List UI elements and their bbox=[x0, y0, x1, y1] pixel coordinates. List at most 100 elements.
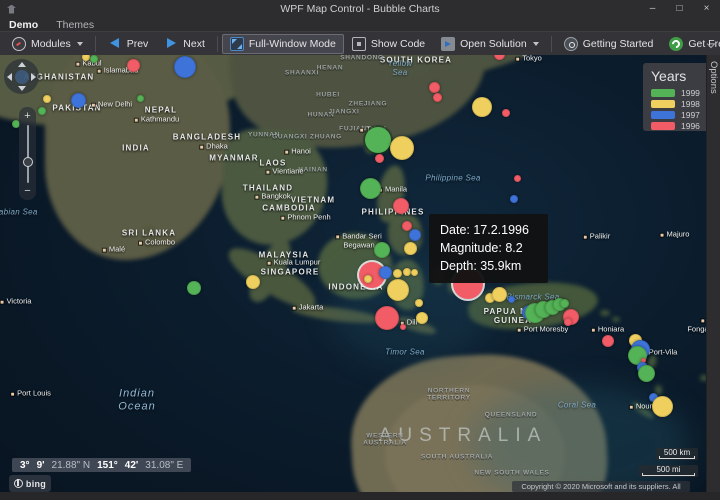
menu-item-demo[interactable]: Demo bbox=[7, 19, 40, 31]
legend-year-label: 1997 bbox=[681, 110, 700, 120]
earthquake-bubble-1996[interactable] bbox=[564, 318, 572, 326]
menu-bar: Demo Themes bbox=[0, 18, 720, 31]
modules-button[interactable]: Modules bbox=[4, 34, 91, 54]
earthquake-bubble-1998[interactable] bbox=[472, 97, 492, 117]
earthquake-bubble-1999[interactable] bbox=[365, 127, 391, 153]
map-copyright: Copyright © 2020 Microsoft and its suppl… bbox=[512, 481, 690, 492]
next-button[interactable]: Next bbox=[156, 34, 213, 54]
legend-item: 1997 bbox=[651, 109, 706, 120]
legend-swatch bbox=[651, 89, 675, 97]
earthquake-bubble-1996[interactable] bbox=[375, 154, 384, 163]
earthquake-bubble-1996[interactable] bbox=[433, 93, 442, 102]
open-solution-button[interactable]: Open Solution bbox=[433, 34, 547, 54]
earthquake-bubble-1998[interactable] bbox=[492, 287, 507, 302]
earthquake-bubble-1998[interactable] bbox=[390, 136, 414, 160]
close-button[interactable]: × bbox=[693, 0, 720, 18]
legend-item: 1998 bbox=[651, 98, 706, 109]
earthquake-bubble-1996[interactable] bbox=[502, 109, 510, 117]
compass-center-icon[interactable] bbox=[15, 70, 29, 84]
earthquake-bubble-1998[interactable] bbox=[393, 269, 402, 278]
earthquake-bubble-1999[interactable] bbox=[187, 281, 201, 295]
earthquake-bubble-1998[interactable] bbox=[246, 275, 260, 289]
toolbar: Modules Prev Next Full-Window Mode Show Code… bbox=[0, 31, 720, 55]
earthquake-bubble-1997[interactable] bbox=[508, 296, 515, 303]
legend-year-label: 1996 bbox=[681, 121, 700, 131]
earthquake-bubble-1997[interactable] bbox=[510, 195, 518, 203]
earthquake-bubble-1996[interactable] bbox=[393, 198, 409, 214]
pan-left-icon[interactable] bbox=[7, 73, 12, 81]
toolbar-separator bbox=[95, 36, 96, 52]
earthquake-bubble-1999[interactable] bbox=[638, 365, 655, 382]
toolbar-separator bbox=[551, 36, 552, 52]
legend-swatch bbox=[651, 122, 675, 130]
legend-swatch bbox=[651, 111, 675, 119]
earthquake-bubble-1996[interactable] bbox=[375, 306, 399, 330]
earthquake-bubble-1999[interactable] bbox=[560, 299, 569, 308]
window-bottom-edge bbox=[0, 492, 720, 500]
earthquake-bubble-1998[interactable] bbox=[364, 275, 372, 283]
toolbar-overflow-chevron-icon[interactable] bbox=[707, 40, 715, 48]
zoom-out-button[interactable]: − bbox=[19, 186, 36, 197]
bubble-tooltip: Date: 17.2.1996Magnitude: 8.2Depth: 35.9… bbox=[429, 214, 548, 283]
zoom-slider-track[interactable] bbox=[27, 125, 29, 183]
map-pan-compass[interactable] bbox=[4, 59, 39, 94]
scale-mi-bracket bbox=[642, 473, 695, 476]
full-window-mode-label: Full-Window Mode bbox=[249, 38, 336, 50]
earthquake-bubble-1997[interactable] bbox=[379, 266, 392, 279]
options-tab[interactable]: Options bbox=[708, 61, 719, 94]
earthquake-bubble-1997[interactable] bbox=[174, 56, 196, 78]
zoom-slider-thumb[interactable] bbox=[23, 157, 33, 167]
earthquake-bubble-1997[interactable] bbox=[409, 229, 421, 241]
legend-item: 1999 bbox=[651, 87, 706, 98]
pan-down-icon[interactable] bbox=[18, 86, 26, 91]
earthquake-bubble-1998[interactable] bbox=[411, 269, 418, 276]
zoom-in-button[interactable]: + bbox=[19, 111, 36, 122]
full-window-mode-button[interactable]: Full-Window Mode bbox=[222, 34, 344, 54]
earthquake-bubble-1999[interactable] bbox=[90, 55, 98, 63]
coordinate-segment: 31.08" E bbox=[145, 460, 183, 471]
earthquake-bubble-1997[interactable] bbox=[71, 93, 86, 108]
map-canvas[interactable]: AFGHANISTANPAKISTANINDIANEPALBANGLADESHM… bbox=[0, 55, 706, 492]
coordinate-segment: 3° bbox=[20, 460, 30, 471]
earthquake-bubble-1999[interactable] bbox=[374, 242, 390, 258]
earthquake-bubble-1998[interactable] bbox=[387, 279, 409, 301]
earthquake-bubble-1999[interactable] bbox=[38, 107, 46, 115]
years-legend: Years 1999199819971996 bbox=[643, 63, 706, 131]
getting-started-button[interactable]: Getting Started bbox=[556, 34, 662, 54]
earthquake-bubble-1998[interactable] bbox=[403, 268, 411, 276]
legend-year-label: 1999 bbox=[681, 88, 700, 98]
menu-item-themes[interactable]: Themes bbox=[54, 19, 96, 31]
legend-year-label: 1998 bbox=[681, 99, 700, 109]
earthquake-bubble-1998[interactable] bbox=[43, 95, 51, 103]
earthquake-bubble-1999[interactable] bbox=[360, 178, 381, 199]
earthquake-bubble-1996[interactable] bbox=[494, 55, 505, 60]
earthquake-bubble-1998[interactable] bbox=[416, 312, 428, 324]
earthquake-bubble-1996[interactable] bbox=[429, 82, 440, 93]
earthquake-bubble-1999[interactable] bbox=[137, 95, 144, 102]
land-shape bbox=[141, 225, 158, 249]
land-shape bbox=[45, 55, 230, 260]
legend-swatch bbox=[651, 100, 675, 108]
earthquake-bubble-1998[interactable] bbox=[652, 396, 673, 417]
legend-item: 1996 bbox=[651, 120, 706, 131]
show-code-button[interactable]: Show Code bbox=[344, 34, 433, 54]
next-icon bbox=[164, 37, 178, 51]
earthquake-bubble-1996[interactable] bbox=[127, 59, 140, 72]
prev-button[interactable]: Prev bbox=[100, 34, 157, 54]
bing-logo[interactable]: bing bbox=[9, 475, 51, 492]
coordinate-segment: 42' bbox=[125, 460, 139, 471]
earthquake-bubble-1996[interactable] bbox=[602, 335, 614, 347]
coordinate-segment: 9' bbox=[37, 460, 45, 471]
maximize-button[interactable]: □ bbox=[666, 0, 693, 18]
earthquake-bubble-1996[interactable] bbox=[400, 324, 406, 330]
pan-up-icon[interactable] bbox=[18, 62, 26, 67]
earthquake-bubble-1998[interactable] bbox=[404, 242, 417, 255]
prev-label: Prev bbox=[127, 38, 149, 50]
pan-right-icon[interactable] bbox=[31, 73, 36, 81]
earthquake-bubble-1998[interactable] bbox=[415, 299, 423, 307]
minimize-button[interactable]: – bbox=[639, 0, 666, 18]
dropdown-caret-icon bbox=[77, 42, 83, 46]
app-window: WPF Map Control - Bubble Charts – □ × De… bbox=[0, 0, 720, 500]
earthquake-bubble-1996[interactable] bbox=[514, 175, 521, 182]
zoom-slider[interactable]: + − bbox=[19, 107, 36, 200]
